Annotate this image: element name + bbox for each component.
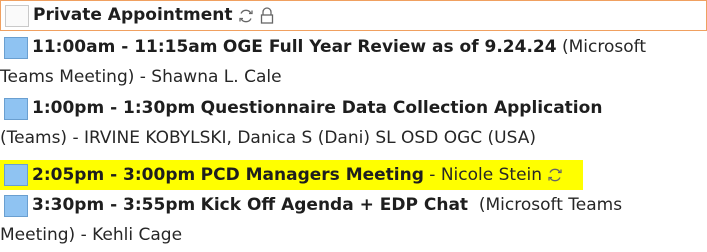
appointment-item[interactable]: 1:00pm - 1:30pm Questionnaire Data Colle… bbox=[0, 93, 707, 152]
appointment-details: Meeting) - Kehli Cage bbox=[0, 225, 183, 245]
appointment-details: Teams Meeting) - Shawna L. Cale bbox=[0, 67, 282, 87]
appointment-location: (Microsoft bbox=[562, 37, 646, 57]
appointment-title: Private Appointment bbox=[33, 5, 233, 25]
category-swatch bbox=[4, 194, 28, 217]
appointment-private[interactable]: Private Appointment bbox=[0, 0, 707, 31]
appointment-item-highlighted[interactable]: 2:05pm - 3:00pm PCD Managers Meeting - N… bbox=[0, 160, 707, 190]
lock-icon bbox=[259, 6, 275, 25]
appointment-time: 3:30pm - 3:55pm bbox=[32, 195, 196, 215]
appointment-time: 11:00am - 11:15am bbox=[32, 37, 218, 57]
appointment-title: PCD Managers Meeting bbox=[200, 164, 424, 185]
appointment-details: (Teams) - IRVINE KOBYLSKI, Danica S (Dan… bbox=[0, 128, 536, 148]
appointment-organizer: - Nicole Stein bbox=[429, 164, 543, 185]
recurring-icon bbox=[546, 166, 564, 184]
appointment-time: 1:00pm - 1:30pm bbox=[32, 98, 196, 118]
category-swatch bbox=[4, 164, 28, 186]
appointment-item[interactable]: 3:30pm - 3:55pm Kick Off Agenda + EDP Ch… bbox=[0, 190, 707, 249]
appointment-location: (Microsoft Teams bbox=[478, 195, 623, 215]
appointment-item[interactable]: 11:00am - 11:15am OGE Full Year Review a… bbox=[0, 32, 707, 91]
category-swatch bbox=[4, 97, 28, 120]
appointment-time: 2:05pm - 3:00pm bbox=[32, 164, 196, 185]
appointment-title: Kick Off Agenda + EDP Chat bbox=[200, 195, 469, 215]
recurring-icon bbox=[237, 7, 255, 25]
appointment-title: OGE Full Year Review as of 9.24.24 bbox=[222, 37, 557, 57]
appointment-title: Questionnaire Data Collection Applicatio… bbox=[200, 98, 603, 118]
category-swatch bbox=[5, 4, 29, 27]
category-swatch bbox=[4, 36, 28, 59]
